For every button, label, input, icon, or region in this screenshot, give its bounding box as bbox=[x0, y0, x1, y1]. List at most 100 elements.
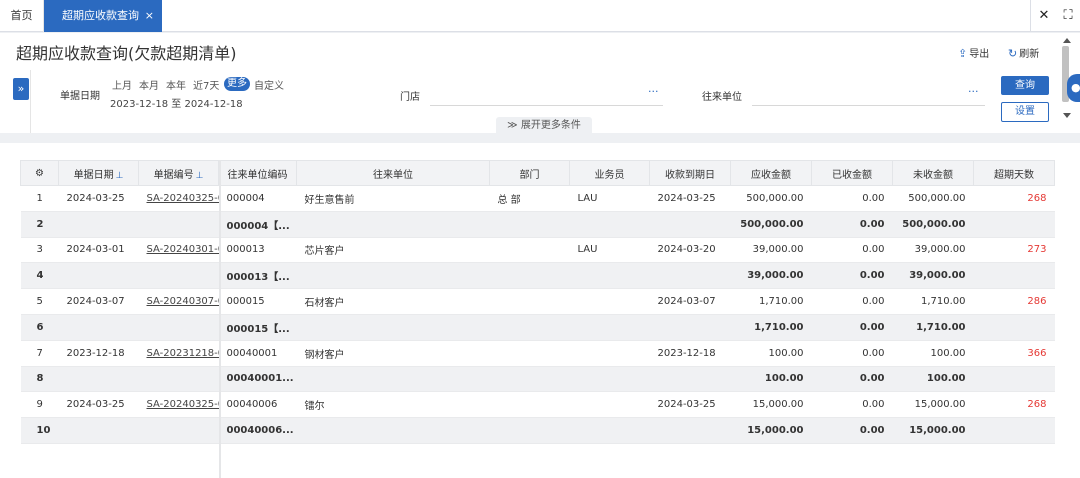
pin-icon[interactable]: ⊥ bbox=[116, 171, 124, 181]
col-dept[interactable]: 部门 bbox=[489, 160, 570, 186]
pin-icon[interactable]: ⊥ bbox=[196, 171, 204, 181]
cell-unreceived: 1,710.00 bbox=[892, 314, 974, 341]
cell-receivable: 39,000.00 bbox=[730, 237, 812, 264]
cell-received: 0.00 bbox=[811, 417, 893, 444]
query-button[interactable]: 查询 bbox=[1001, 76, 1049, 95]
table-row[interactable]: 5 2024-03-07 SA-20240307-0 000015 石材客户 2024-0… bbox=[20, 288, 1055, 315]
col-label: 单据编号 bbox=[153, 169, 194, 181]
col-due-date[interactable]: 收款到期日 bbox=[649, 160, 731, 186]
scroll-up-icon[interactable] bbox=[1063, 38, 1071, 43]
col-doc-no[interactable]: 单据编号 ⊥ bbox=[138, 160, 219, 186]
partner-field[interactable] bbox=[752, 105, 985, 106]
cell-staff bbox=[569, 262, 650, 290]
cell-unreceived: 1,710.00 bbox=[892, 288, 974, 315]
assistant-widget-icon[interactable]: ● bbox=[1067, 74, 1080, 102]
subtotal-row[interactable]: 6 000015【... 1,710.00 0.00 1,710.00 bbox=[20, 314, 1055, 341]
table-row[interactable]: 3 2024-03-01 SA-20240301-0 000013 芯片客户 LAU 202… bbox=[20, 237, 1055, 264]
col-receivable[interactable]: 应收金额 bbox=[730, 160, 812, 186]
col-partner-code[interactable]: 往来单位编码 bbox=[218, 160, 297, 186]
quick-last-7-days[interactable]: 近7天 bbox=[193, 77, 219, 92]
cell-received: 0.00 bbox=[811, 366, 893, 393]
cell-doc-no[interactable] bbox=[138, 366, 219, 393]
store-field[interactable] bbox=[430, 105, 663, 106]
row-index: 7 bbox=[20, 340, 59, 367]
column-settings-icon[interactable]: ⚙ bbox=[20, 160, 59, 186]
table-header: ⚙ 单据日期 ⊥ 单据编号 ⊥ 往来单位编码 往来单位 部门 业务员 收款到期日 应… bbox=[20, 160, 1055, 186]
cell-doc-no[interactable]: SA-20240307-0 bbox=[138, 288, 219, 315]
cell-received: 0.00 bbox=[811, 185, 893, 212]
quick-this-year[interactable]: 本年 bbox=[166, 77, 186, 92]
cell-due-date bbox=[649, 211, 731, 238]
tab-overdue-receivables[interactable]: 超期应收款查询 × bbox=[44, 0, 162, 32]
cell-unreceived: 500,000.00 bbox=[892, 211, 974, 238]
cell-partner bbox=[296, 417, 490, 444]
export-icon: ⇪ bbox=[958, 47, 968, 60]
quick-this-month[interactable]: 本月 bbox=[139, 77, 159, 92]
cell-receivable: 1,710.00 bbox=[730, 314, 812, 341]
cell-date bbox=[58, 314, 139, 341]
date-range[interactable]: 2023-12-18 至 2024-12-18 bbox=[110, 95, 243, 110]
more-conditions-label: 展开更多条件 bbox=[520, 120, 581, 131]
tab-bar: 首页 超期应收款查询 × ✕ ⛶ bbox=[0, 0, 1080, 32]
row-index: 3 bbox=[20, 237, 59, 264]
cell-due-date bbox=[649, 314, 731, 341]
cell-date bbox=[58, 366, 139, 393]
cell-partner: 石材客户 bbox=[296, 288, 490, 315]
cell-doc-no[interactable] bbox=[138, 314, 219, 341]
quick-custom[interactable]: 自定义 bbox=[254, 77, 284, 92]
fullscreen-icon[interactable]: ⛶ bbox=[1056, 0, 1080, 32]
cell-overdue-days: 366 bbox=[973, 340, 1055, 367]
cell-dept bbox=[489, 262, 570, 290]
partner-picker-icon[interactable]: ··· bbox=[968, 85, 979, 98]
cell-doc-no[interactable] bbox=[138, 262, 219, 290]
refresh-button[interactable]: ↻ 刷新 bbox=[1008, 45, 1039, 60]
quick-last-month[interactable]: 上月 bbox=[112, 77, 132, 92]
export-button[interactable]: ⇪ 导出 bbox=[958, 45, 989, 60]
cell-staff bbox=[569, 417, 650, 444]
cell-due-date bbox=[649, 417, 731, 444]
cell-doc-no[interactable]: SA-20240325-0 bbox=[138, 391, 219, 419]
subtotal-row[interactable]: 10 00040006... 15,000.00 0.00 15,000.00 bbox=[20, 417, 1055, 444]
tab-home[interactable]: 首页 bbox=[0, 0, 44, 32]
subtotal-row[interactable]: 2 000004【... 500,000.00 0.00 500,000.00 bbox=[20, 211, 1055, 238]
col-overdue-days[interactable]: 超期天数 bbox=[973, 160, 1055, 186]
subtotal-row[interactable]: 4 000013【... 39,000.00 0.00 39,000.00 bbox=[20, 262, 1055, 290]
cell-partner bbox=[296, 314, 490, 341]
cell-due-date bbox=[649, 366, 731, 393]
cell-received: 0.00 bbox=[811, 262, 893, 290]
expand-more-conditions[interactable]: ≫ 展开更多条件 bbox=[496, 117, 592, 134]
cell-date bbox=[58, 417, 139, 444]
settings-button[interactable]: 设置 bbox=[1001, 102, 1049, 122]
table-row[interactable]: 7 2023-12-18 SA-20231218-0 00040001 钢材客户 2023… bbox=[20, 340, 1055, 367]
cell-receivable: 15,000.00 bbox=[730, 391, 812, 419]
col-unreceived[interactable]: 未收金额 bbox=[892, 160, 974, 186]
cell-doc-no[interactable]: SA-20240301-0 bbox=[138, 237, 219, 264]
tab-close-icon[interactable]: × bbox=[145, 0, 154, 32]
subtotal-row[interactable]: 8 00040001... 100.00 0.00 100.00 bbox=[20, 366, 1055, 393]
cell-doc-no[interactable]: SA-20231218-0 bbox=[138, 340, 219, 367]
quick-more[interactable]: 更多 bbox=[224, 77, 250, 91]
divider bbox=[30, 70, 31, 133]
cell-staff bbox=[569, 314, 650, 341]
table-row[interactable]: 1 2024-03-25 SA-20240325-0 000004 好生意售前总 部 LA… bbox=[20, 185, 1055, 212]
store-picker-icon[interactable]: ··· bbox=[648, 85, 659, 98]
col-staff[interactable]: 业务员 bbox=[569, 160, 650, 186]
table-row[interactable]: 9 2024-03-25 SA-20240325-0 00040006 镭尔 2024-0… bbox=[20, 391, 1055, 419]
cell-partner: 钢材客户 bbox=[296, 340, 490, 367]
expand-sidebar-icon[interactable]: » bbox=[13, 78, 29, 100]
cell-doc-no[interactable] bbox=[138, 211, 219, 238]
col-label: 单据日期 bbox=[73, 169, 114, 181]
cell-receivable: 500,000.00 bbox=[730, 211, 812, 238]
cell-dept bbox=[489, 391, 570, 419]
col-date[interactable]: 单据日期 ⊥ bbox=[58, 160, 139, 186]
cell-partner bbox=[296, 211, 490, 238]
close-window-icon[interactable]: ✕ bbox=[1032, 0, 1056, 32]
cell-date: 2024-03-25 bbox=[58, 391, 139, 419]
scroll-down-icon[interactable] bbox=[1063, 113, 1071, 118]
col-received[interactable]: 已收金额 bbox=[811, 160, 893, 186]
cell-doc-no[interactable]: SA-20240325-0 bbox=[138, 185, 219, 212]
cell-due-date: 2024-03-25 bbox=[649, 391, 731, 419]
chevron-down-icon: ≫ bbox=[507, 120, 518, 131]
col-partner[interactable]: 往来单位 bbox=[296, 160, 490, 186]
cell-doc-no[interactable] bbox=[138, 417, 219, 444]
